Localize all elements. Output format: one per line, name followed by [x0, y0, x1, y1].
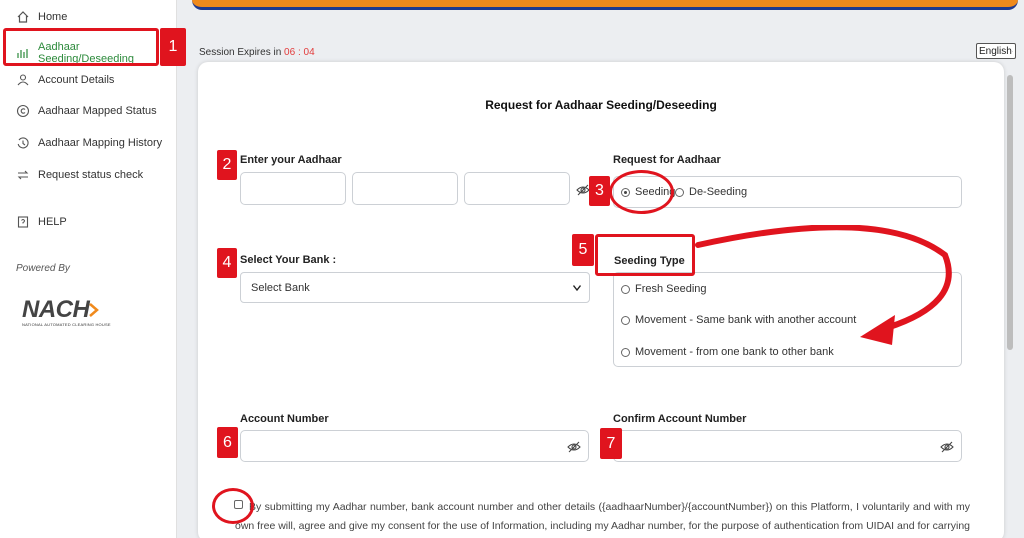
page-title: Request for Aadhaar Seeding/Deseeding [485, 98, 717, 112]
session-label: Session Expires in [199, 47, 282, 58]
home-icon [16, 10, 30, 24]
bank-select[interactable]: Select Bank [240, 272, 590, 303]
consent-text: By submitting my Aadhar number, bank acc… [235, 501, 970, 532]
aadhaar-input-part-1[interactable] [240, 172, 346, 205]
radio-icon [621, 315, 630, 325]
history-icon [16, 136, 30, 150]
transfer-icon [16, 168, 30, 182]
highlight-seeding-radio [609, 170, 674, 214]
language-value: English [979, 45, 1012, 57]
bank-select-value: Select Bank [251, 281, 310, 294]
step-badge-5: 5 [572, 234, 594, 266]
confirm-account-input[interactable] [613, 430, 962, 462]
copyright-icon [16, 104, 30, 118]
step-badge-1: 1 [160, 28, 186, 66]
radio-icon [675, 187, 684, 197]
help-icon [16, 215, 30, 229]
session-timer: 06 : 04 [284, 47, 315, 58]
logo-mark-icon [89, 303, 100, 317]
sidebar-item-help[interactable]: HELP [16, 215, 67, 229]
radio-label: De-Seeding [689, 186, 748, 198]
arrow-annotation-icon [695, 225, 952, 345]
sidebar-item-mapping-history[interactable]: Aadhaar Mapping History [16, 136, 162, 150]
step-badge-2: 2 [217, 150, 237, 180]
sidebar-item-label: Home [38, 11, 68, 23]
sidebar-item-request-status[interactable]: Request status check [16, 168, 143, 182]
aadhaar-label: Enter your Aadhaar [240, 154, 342, 166]
aadhaar-input-part-3[interactable] [464, 172, 570, 205]
bank-label: Select Your Bank : [240, 254, 337, 266]
step-badge-6: 6 [217, 427, 238, 458]
step-badge-7: 7 [600, 428, 622, 459]
account-icon [16, 73, 30, 87]
eye-off-icon[interactable] [576, 183, 590, 197]
eye-off-icon[interactable] [940, 440, 954, 454]
highlight-consent-checkbox [212, 488, 254, 524]
radio-icon [621, 284, 630, 294]
eye-off-icon[interactable] [567, 440, 581, 454]
chevron-down-icon [573, 284, 581, 291]
logo-text: NACH [22, 296, 90, 323]
sidebar: Home Aadhaar Seeding/Deseeding Account D… [0, 0, 177, 538]
sidebar-item-label: Aadhaar Mapping History [38, 137, 163, 149]
account-number-input[interactable] [240, 430, 589, 462]
sidebar-item-home[interactable]: Home [16, 10, 67, 24]
radio-deseeding[interactable]: De-Seeding [675, 186, 747, 198]
confirm-account-label: Confirm Account Number [613, 413, 747, 425]
logo-tagline: NATIONAL AUTOMATED CLEARING HOUSE [22, 322, 111, 327]
sidebar-item-label: HELP [38, 216, 67, 228]
language-select[interactable]: English [976, 43, 1016, 59]
request-label: Request for Aadhaar [613, 154, 721, 166]
account-number-label: Account Number [240, 413, 329, 425]
sidebar-item-account-details[interactable]: Account Details [16, 73, 114, 87]
top-banner [192, 0, 1018, 10]
aadhaar-input-part-2[interactable] [352, 172, 458, 205]
step-badge-4: 4 [217, 248, 237, 278]
sidebar-item-label: Account Details [38, 74, 115, 86]
scrollbar[interactable] [1007, 75, 1013, 350]
session-expiry: Session Expires in 06 : 04 [199, 47, 315, 58]
radio-icon [621, 347, 630, 357]
sidebar-item-label: Request status check [38, 169, 144, 181]
sidebar-item-label: Aadhaar Mapped Status [38, 105, 157, 117]
powered-by-label: Powered By [16, 263, 70, 274]
chevron-down-icon [1011, 50, 1013, 52]
sidebar-item-mapped-status[interactable]: Aadhaar Mapped Status [16, 104, 157, 118]
step-badge-3: 3 [589, 176, 610, 206]
highlight-seeding-menu [3, 28, 159, 66]
nach-logo: NACH NATIONAL AUTOMATED CLEARING HOUSE [22, 296, 122, 327]
